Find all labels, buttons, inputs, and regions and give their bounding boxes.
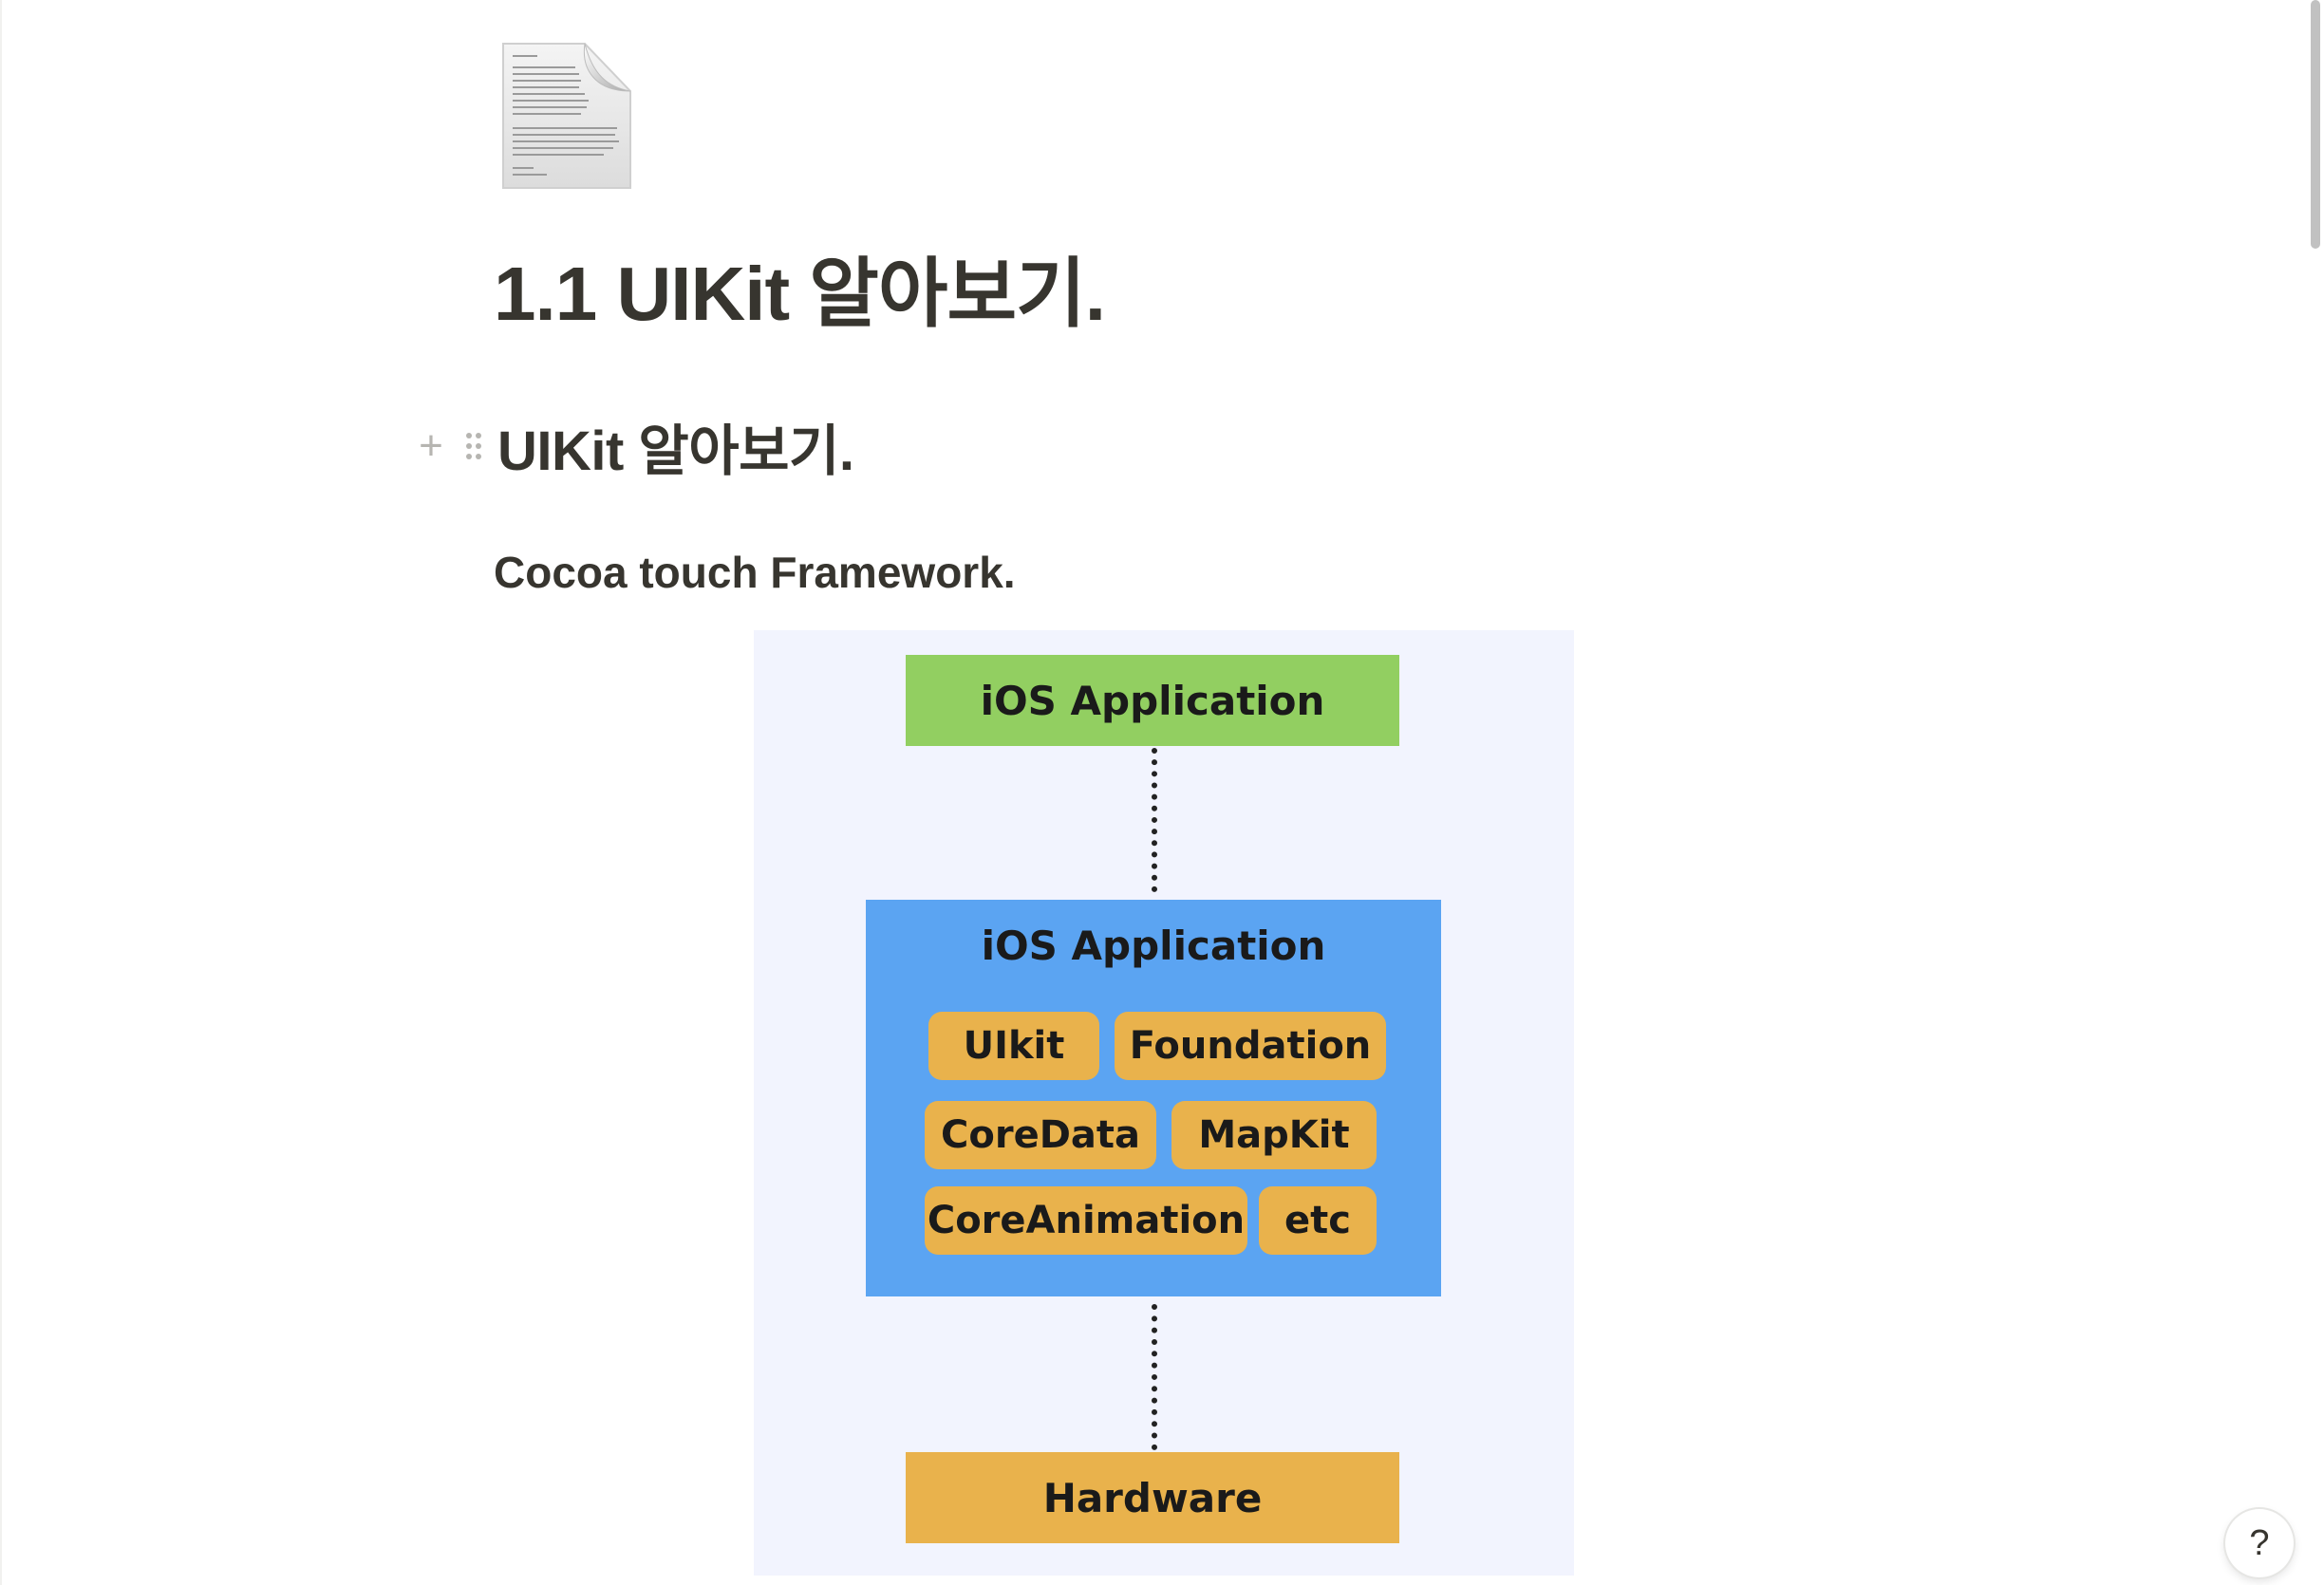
document-page-icon[interactable] (501, 42, 632, 190)
framework-box: MapKit (1171, 1101, 1377, 1169)
diagram-connector-bottom (1152, 1304, 1157, 1450)
diagram-connector-top (1152, 748, 1157, 892)
framework-box: UIkit (928, 1012, 1099, 1080)
heading3-text[interactable]: Cocoa touch Framework. (494, 547, 1016, 598)
framework-box: etc (1259, 1186, 1377, 1255)
framework-box: Foundation (1115, 1012, 1386, 1080)
page-title[interactable]: 1.1 UIKit 알아보기. (494, 249, 1106, 340)
drag-handle-icon[interactable] (459, 425, 488, 467)
framework-box: CoreAnimation (925, 1186, 1247, 1255)
heading1-block: + UIKit 알아보기. (410, 406, 854, 486)
vertical-scrollbar[interactable] (2309, 0, 2324, 1585)
notion-page: 1.1 UIKit 알아보기. + UIKit 알아보기. Cocoa touc… (0, 0, 2324, 1585)
scrollbar-thumb[interactable] (2311, 0, 2320, 249)
add-block-plus-icon[interactable]: + (410, 425, 452, 467)
diagram-top-layer: iOS Application (906, 655, 1399, 746)
cocoa-touch-diagram-image[interactable]: iOS Application iOS Application UIkit Fo… (754, 630, 1574, 1576)
diagram-middle-title: iOS Application (981, 923, 1326, 969)
left-edge-divider (0, 0, 2, 1585)
heading1-text[interactable]: UIKit 알아보기. (497, 406, 854, 486)
help-button[interactable]: ? (2225, 1509, 2294, 1577)
diagram-bottom-layer: Hardware (906, 1452, 1399, 1543)
framework-box: CoreData (925, 1101, 1156, 1169)
diagram-middle-layer: iOS Application UIkit Foundation CoreDat… (866, 900, 1441, 1296)
